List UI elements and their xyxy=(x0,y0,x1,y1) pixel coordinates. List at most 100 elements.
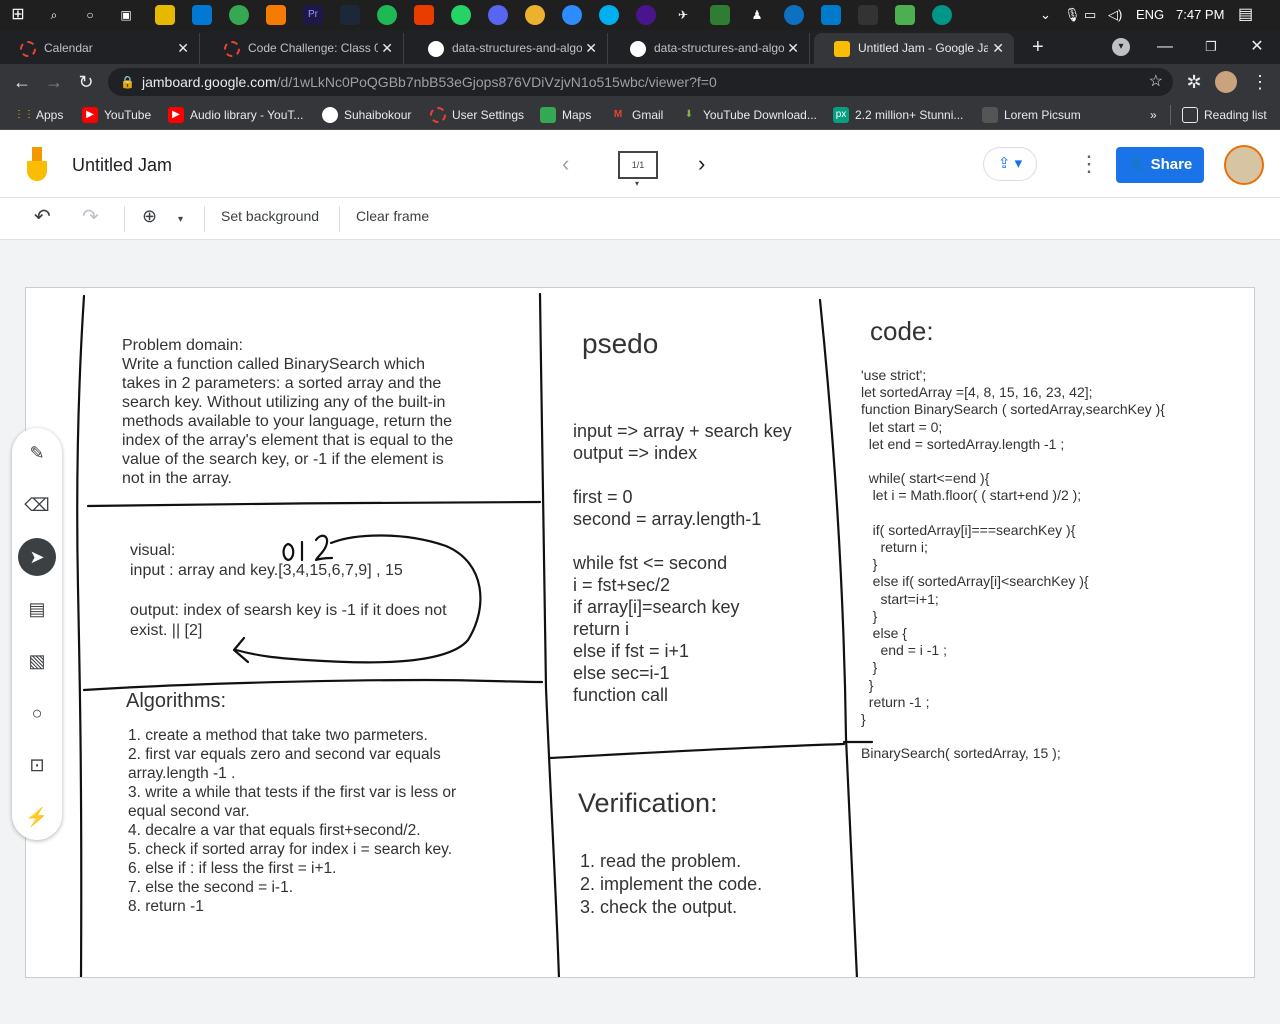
frame-expand-icon[interactable]: ▾ xyxy=(635,179,639,188)
reload-icon[interactable]: ↻ xyxy=(74,70,98,94)
bookmark-maps[interactable]: Maps xyxy=(540,106,591,124)
skype-icon[interactable] xyxy=(599,5,619,25)
office-icon[interactable] xyxy=(414,5,434,25)
share-button[interactable]: 👤 Share xyxy=(1116,147,1204,183)
tab-github-2[interactable]: data-structures-and-algor ✕ xyxy=(610,33,810,64)
jam-canvas[interactable]: Problem domain: Write a function called … xyxy=(25,287,1255,978)
cortana-icon[interactable]: ○ xyxy=(80,5,100,25)
discord-icon[interactable] xyxy=(488,5,508,25)
redo-icon[interactable]: ↷ xyxy=(82,204,99,229)
algorithms-note[interactable]: 1. create a method that take two parmete… xyxy=(128,726,458,916)
undo-icon[interactable]: ↶ xyxy=(34,204,51,229)
tor-icon[interactable] xyxy=(636,5,656,25)
zoom-dropdown-icon[interactable]: ▾ xyxy=(178,214,183,225)
back-icon[interactable]: ← xyxy=(10,70,34,94)
visual-note[interactable]: visual: input : array and key.[3,4,15,6,… xyxy=(130,541,460,641)
bookmark-suhaibokour[interactable]: Suhaibokour xyxy=(322,106,411,124)
bookmark-youtube-download[interactable]: ⬇ YouTube Download... xyxy=(681,106,817,124)
tray-app-icon[interactable] xyxy=(932,5,952,25)
people-app-icon[interactable]: ♟ xyxy=(747,5,767,25)
reading-list[interactable]: Reading list xyxy=(1182,106,1267,124)
profile-avatar-small[interactable] xyxy=(1215,71,1237,93)
bookmark-audio-library[interactable]: ▶ Audio library - YouT... xyxy=(168,106,303,124)
volume-icon[interactable]: ◁) xyxy=(1108,0,1122,30)
vscode-icon[interactable] xyxy=(821,5,841,25)
close-icon[interactable]: ✕ xyxy=(992,33,1004,64)
plane-app-icon[interactable]: ✈ xyxy=(673,5,693,25)
chrome-icon[interactable] xyxy=(229,5,249,25)
vlc-icon[interactable] xyxy=(266,5,286,25)
language-indicator[interactable]: ENG xyxy=(1136,0,1164,30)
tab-github-1[interactable]: data-structures-and-algor ✕ xyxy=(408,33,608,64)
text-box-icon[interactable]: ⊡ xyxy=(18,746,56,784)
lock-icon[interactable]: 🔒 xyxy=(120,68,135,96)
upload-menu-button[interactable]: ⇪ ▾ xyxy=(983,147,1037,181)
bookmarks-overflow[interactable]: » xyxy=(1150,106,1157,124)
next-frame-icon[interactable]: › xyxy=(698,151,705,177)
new-tab-icon[interactable]: + xyxy=(1032,30,1044,64)
tab-code-challenge[interactable]: Code Challenge: Class 03 ✕ xyxy=(204,33,404,64)
chrome-menu-icon[interactable]: ⋮ xyxy=(1248,70,1272,94)
task-view-icon[interactable]: ▣ xyxy=(116,5,136,25)
verification-title[interactable]: Verification: xyxy=(578,788,718,819)
chat-app-icon[interactable] xyxy=(451,5,471,25)
mail-icon[interactable] xyxy=(192,5,212,25)
music-app-icon[interactable] xyxy=(377,5,397,25)
terminal-icon[interactable] xyxy=(858,5,878,25)
slack-icon[interactable] xyxy=(525,5,545,25)
window-close-icon[interactable]: ✕ xyxy=(1234,30,1280,64)
close-icon[interactable]: ✕ xyxy=(787,33,799,64)
windows-start-icon[interactable]: ⊞ xyxy=(8,5,28,25)
frame-bar-thumbnail[interactable]: 1/1 xyxy=(618,151,658,179)
bookmark-lorem-picsum[interactable]: Lorem Picsum xyxy=(982,106,1081,124)
nvidia-icon[interactable] xyxy=(895,5,915,25)
sticky-note-icon[interactable]: ▤ xyxy=(18,590,56,628)
pen-icon[interactable]: ✎ xyxy=(18,434,56,472)
jam-title[interactable]: Untitled Jam xyxy=(72,155,172,176)
tab-search-icon[interactable]: ▾ xyxy=(1112,38,1130,56)
bookmark-gmail[interactable]: M Gmail xyxy=(610,106,664,124)
network-icon[interactable]: ▭ xyxy=(1084,0,1096,30)
bookmark-star-icon[interactable]: ☆ xyxy=(1149,68,1163,96)
more-options-icon[interactable]: ⋮ xyxy=(1078,151,1100,177)
file-explorer-icon[interactable] xyxy=(155,5,175,25)
set-background-button[interactable]: Set background xyxy=(221,208,319,224)
problem-domain-note[interactable]: Problem domain: Write a function called … xyxy=(122,336,462,488)
minimize-icon[interactable]: — xyxy=(1142,30,1188,64)
bookmark-user-settings[interactable]: User Settings xyxy=(430,106,524,124)
bookmark-pexels[interactable]: px 2.2 million+ Stunni... xyxy=(833,106,963,124)
tray-chevron-icon[interactable]: ⌄ xyxy=(1040,0,1051,30)
zoom-icon[interactable] xyxy=(562,5,582,25)
clear-frame-button[interactable]: Clear frame xyxy=(356,208,429,224)
code-note[interactable]: 'use strict'; let sortedArray =[4, 8, 15… xyxy=(861,367,1241,763)
verification-note[interactable]: 1. read the problem. 2. implement the co… xyxy=(580,850,830,919)
teamviewer-icon[interactable] xyxy=(784,5,804,25)
notifications-icon[interactable]: ▤ xyxy=(1238,0,1253,30)
jamboard-logo[interactable] xyxy=(22,147,52,185)
restore-icon[interactable]: ❐ xyxy=(1188,30,1234,64)
clock[interactable]: 7:47 PM xyxy=(1176,0,1224,30)
forward-icon[interactable]: → xyxy=(42,70,66,94)
shape-icon[interactable]: ○ xyxy=(18,694,56,732)
premiere-icon[interactable]: Pr xyxy=(303,5,323,25)
extensions-icon[interactable]: ✲ xyxy=(1182,70,1206,94)
close-icon[interactable]: ✕ xyxy=(177,33,189,64)
tab-calendar[interactable]: Calendar ✕ xyxy=(0,33,200,64)
avatar[interactable] xyxy=(1224,145,1264,185)
close-icon[interactable]: ✕ xyxy=(585,33,597,64)
microphone-icon[interactable]: 🎙 xyxy=(1064,0,1081,30)
bookmark-apps[interactable]: ⋮⋮ Apps xyxy=(14,106,63,124)
image-icon[interactable]: ▧ xyxy=(18,642,56,680)
gpu-app-icon[interactable] xyxy=(710,5,730,25)
zoom-icon[interactable]: ⊕ xyxy=(142,206,157,227)
previous-frame-icon[interactable]: ‹ xyxy=(562,151,569,177)
laser-icon[interactable]: ⚡ xyxy=(18,798,56,836)
algorithms-title[interactable]: Algorithms: xyxy=(126,690,226,713)
code-title[interactable]: code: xyxy=(870,316,934,347)
steam-icon[interactable] xyxy=(340,5,360,25)
select-icon[interactable]: ➤ xyxy=(18,538,56,576)
psedo-title[interactable]: psedo xyxy=(582,328,658,360)
search-icon[interactable]: ⌕ xyxy=(44,5,64,25)
eraser-icon[interactable]: ⌫ xyxy=(18,486,56,524)
close-icon[interactable]: ✕ xyxy=(381,33,393,64)
